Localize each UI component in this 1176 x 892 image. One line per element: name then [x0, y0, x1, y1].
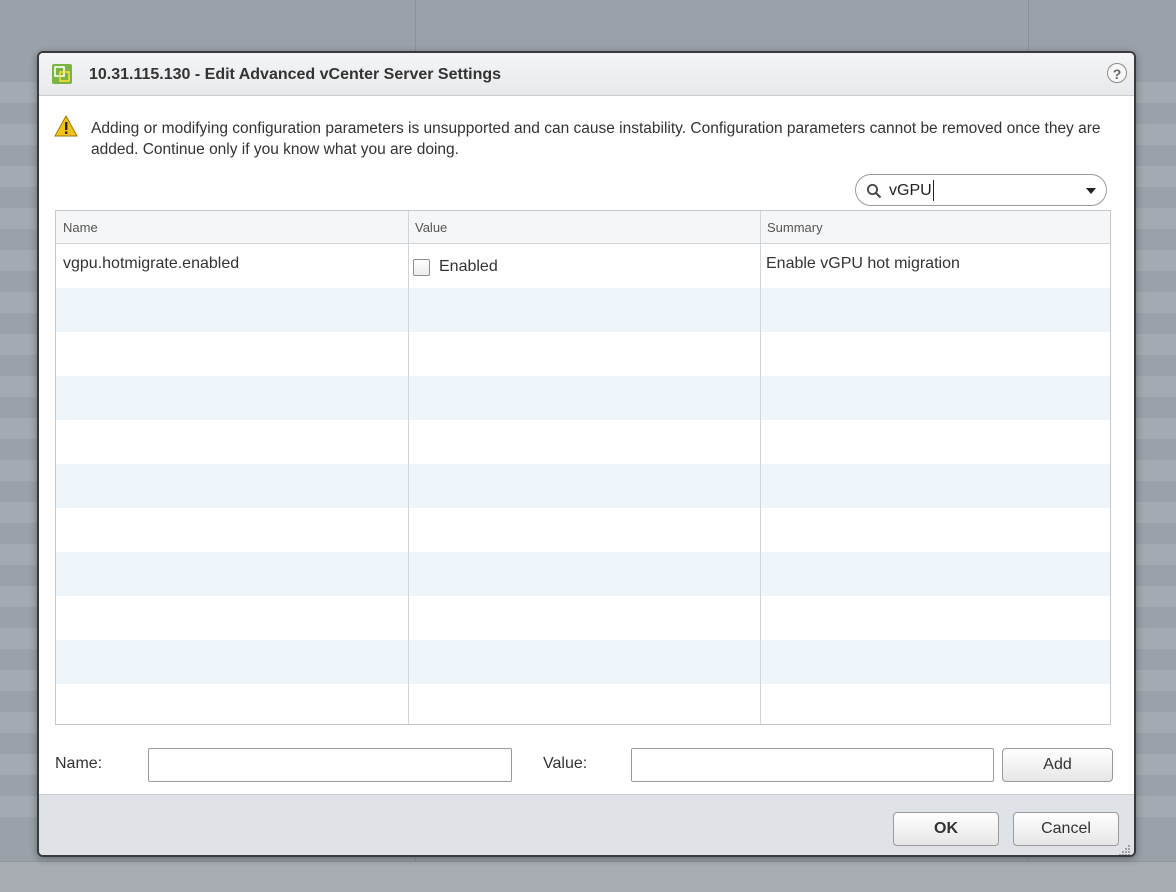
column-header-value[interactable]: Value — [408, 211, 760, 244]
table-row-empty — [56, 332, 1110, 376]
search-filter-input[interactable]: vGPU — [855, 174, 1107, 206]
name-input[interactable] — [148, 748, 512, 782]
dialog-footer: OK Cancel — [39, 794, 1134, 856]
background-footer — [0, 861, 1176, 892]
chevron-down-icon[interactable] — [1086, 188, 1096, 194]
column-divider[interactable] — [760, 211, 761, 724]
name-label: Name: — [55, 755, 103, 772]
edit-advanced-settings-dialog: 10.31.115.130 - Edit Advanced vCenter Se… — [37, 51, 1136, 857]
table-row-empty — [56, 288, 1110, 332]
help-icon[interactable]: ? — [1107, 63, 1127, 83]
search-icon — [867, 184, 882, 199]
column-header-name[interactable]: Name — [56, 211, 408, 244]
table-row-empty — [56, 684, 1110, 724]
ok-button[interactable]: OK — [893, 812, 999, 846]
table-row[interactable]: vgpu.hotmigrate.enabled Enabled Enable v… — [56, 244, 1110, 288]
column-header-summary[interactable]: Summary — [760, 211, 1110, 244]
table-header: Name Value Summary — [56, 211, 1110, 244]
enabled-label: Enabled — [439, 258, 498, 275]
warning-icon — [54, 115, 78, 137]
dialog-title: 10.31.115.130 - Edit Advanced vCenter Se… — [89, 66, 502, 83]
table-row-empty — [56, 596, 1110, 640]
resize-grip-icon[interactable] — [1119, 844, 1131, 856]
value-label: Value: — [543, 755, 588, 772]
vcenter-icon — [52, 64, 72, 84]
dialog-titlebar[interactable]: 10.31.115.130 - Edit Advanced vCenter Se… — [39, 53, 1134, 96]
search-value: vGPU — [889, 180, 934, 201]
table-row-empty — [56, 552, 1110, 596]
settings-table: Name Value Summary vgpu.hotmigrate.enabl… — [55, 210, 1111, 725]
setting-summary: Enable vGPU hot migration — [766, 255, 960, 272]
add-button[interactable]: Add — [1002, 748, 1113, 782]
column-divider[interactable] — [408, 211, 409, 724]
table-row-empty — [56, 464, 1110, 508]
table-row-empty — [56, 420, 1110, 464]
table-row-empty — [56, 508, 1110, 552]
setting-name: vgpu.hotmigrate.enabled — [63, 255, 240, 272]
table-row-empty — [56, 640, 1110, 684]
enabled-checkbox[interactable] — [413, 259, 430, 276]
cancel-button[interactable]: Cancel — [1013, 812, 1119, 846]
value-input[interactable] — [631, 748, 994, 782]
warning-message: Adding or modifying configuration parame… — [91, 120, 1101, 158]
table-row-empty — [56, 376, 1110, 420]
